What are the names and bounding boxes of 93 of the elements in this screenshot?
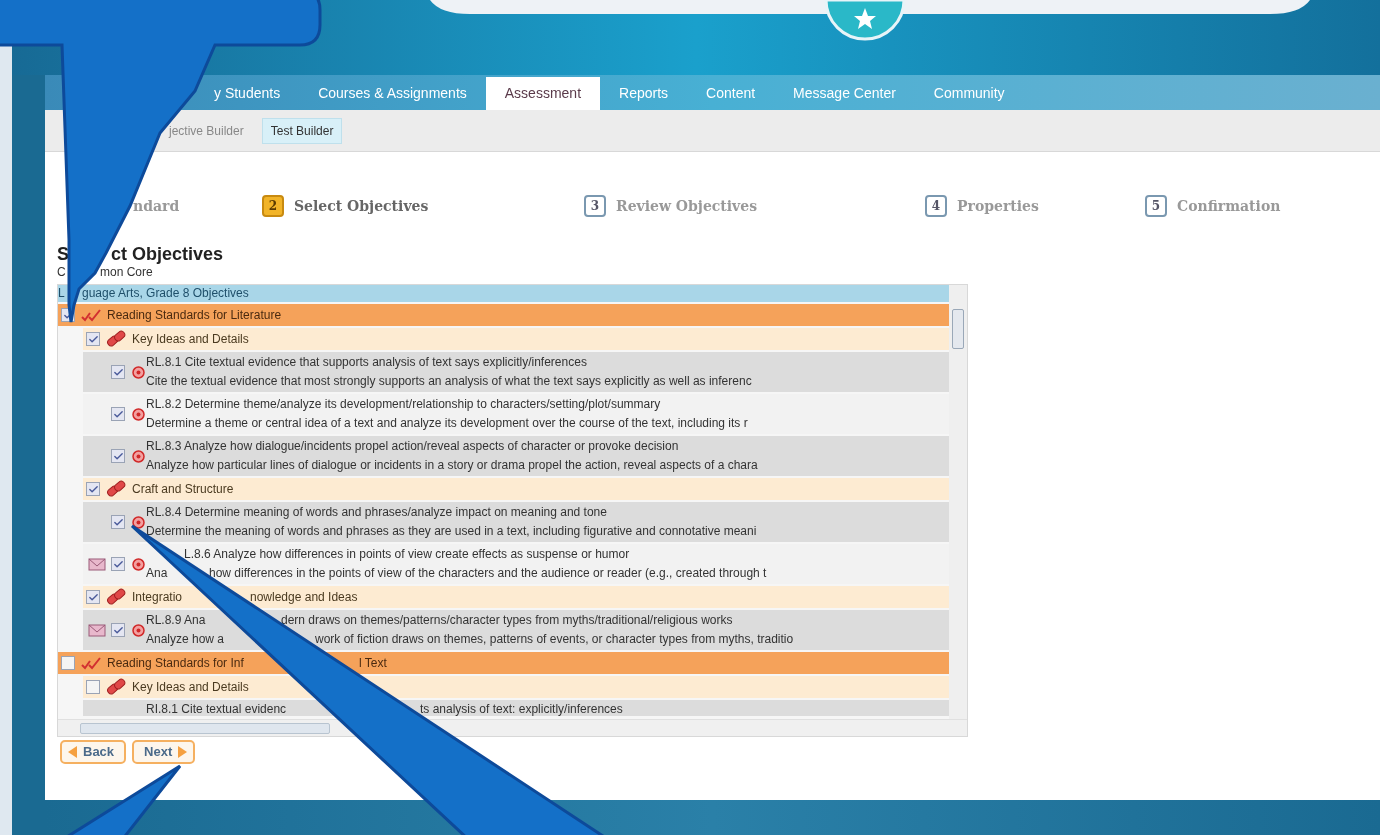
sub-tab[interactable]: Test Builder xyxy=(261,117,343,144)
tree-header-text: guage Arts, Grade 8 Objectives xyxy=(82,285,249,302)
objective-row[interactable] xyxy=(83,352,949,392)
objective-title: RL.8.9 Ana xyxy=(146,613,206,627)
check-icon xyxy=(112,516,124,528)
chain-link-icon xyxy=(106,330,126,348)
check-icon xyxy=(87,333,99,345)
double-check-icon xyxy=(81,308,101,322)
step-number: 3 xyxy=(584,195,606,217)
checkbox[interactable] xyxy=(61,656,75,670)
check-icon xyxy=(112,366,124,378)
checkbox[interactable] xyxy=(111,557,125,571)
vertical-scrollbar[interactable] xyxy=(949,285,967,719)
check-icon xyxy=(112,558,124,570)
step-number: 2 xyxy=(262,195,284,217)
checkbox[interactable] xyxy=(111,365,125,379)
subdomain-title: nowledge and Ideas xyxy=(250,589,358,606)
target-icon xyxy=(132,449,145,463)
objective-title: L.8.6 Analyze how differences in points of view create effects as suspense or humor xyxy=(184,546,630,563)
objective-description: Ana xyxy=(146,566,168,580)
objective-row[interactable]: RI.8.1 Cite textual evidenc ts analysis of text: explicitly/inferences xyxy=(83,700,949,716)
domain-title: Reading Standards for Literature xyxy=(107,307,282,324)
checkbox[interactable] xyxy=(111,623,125,637)
step-number: 5 xyxy=(1145,195,1167,217)
chain-link-icon xyxy=(106,588,126,606)
domain-title: Reading Standards for Inf xyxy=(107,656,244,670)
check-icon xyxy=(87,591,99,603)
objective-title: RL.8.1 Cite textual evidence that supports analysis of text says explicitly/inferences xyxy=(146,354,587,371)
double-check-icon xyxy=(81,656,101,670)
objective-row[interactable] xyxy=(83,610,949,650)
check-icon xyxy=(112,450,124,462)
page-title: ct Objectives xyxy=(111,243,224,265)
subdomain-row[interactable]: Integratio nowledge and Ideas xyxy=(83,586,949,608)
objective-row[interactable]: RL.8.4 Determine meaning of words and phrases/analyze impact on meaning and tone Determine the meaning of words and phrases as they are used in a text, including figurative and connotative meani xyxy=(83,502,949,542)
objective-description: work of fiction draws on themes, patterns of events, or character types from myths, traditio xyxy=(315,631,794,648)
checkbox[interactable] xyxy=(86,680,100,694)
check-icon xyxy=(87,483,99,495)
step-label: Select Objectives xyxy=(294,196,429,216)
next-button[interactable]: Next xyxy=(132,740,196,764)
objective-title: ts analysis of text: explicitly/inferences xyxy=(420,701,623,718)
step-label: Confirmation xyxy=(1177,196,1281,216)
chain-link-icon xyxy=(106,480,126,498)
subdomain-title: Integratio xyxy=(132,590,183,604)
tree-header-text: L xyxy=(58,286,65,300)
target-icon xyxy=(132,407,145,421)
chain-link-icon xyxy=(106,678,126,696)
objective-title: RI.8.1 Cite textual evidenc xyxy=(146,702,287,716)
objective-title: dern draws on themes/patterns/character types from myths/traditional/religious works xyxy=(281,612,733,629)
objective-title: RL.8.2 Determine theme/analyze its development/relationship to characters/setting/plot/summary xyxy=(146,396,661,413)
check-icon xyxy=(112,408,124,420)
nav-tab[interactable]: Assessment xyxy=(485,77,601,110)
objective-row[interactable]: L.8.6 Analyze how differences in points of view create effects as suspense or humor Ana how differences in the points of view of the characters and the audience or reader (e.g., created through t xyxy=(83,544,949,584)
checkbox[interactable] xyxy=(111,449,125,463)
domain-row[interactable]: Reading Standards for Inf l Text xyxy=(58,652,949,674)
subdomain-row[interactable]: Key Ideas and Details xyxy=(83,328,949,350)
step-number: 4 xyxy=(925,195,947,217)
objective-description: Analyze how particular lines of dialogue or incidents in a story or drama propel the action, reveal aspects of a chara xyxy=(146,457,758,474)
scrollbar-thumb[interactable] xyxy=(80,722,330,734)
subdomain-row[interactable]: Key Ideas and Details xyxy=(83,676,949,698)
target-icon xyxy=(132,623,145,637)
objective-row[interactable] xyxy=(83,394,949,434)
step-label: Properties xyxy=(957,196,1039,216)
left-triangle-icon xyxy=(68,746,77,758)
subdomain-row[interactable]: Craft and Structure xyxy=(83,478,949,500)
objective-title: RL.8.3 Analyze how dialogue/incidents propel action/reveal aspects of character or provoke decision xyxy=(146,438,679,455)
domain-row[interactable]: Reading Standards for Literature xyxy=(58,304,949,326)
checkbox[interactable] xyxy=(86,332,100,346)
subtitle: mon Core xyxy=(100,265,153,279)
scrollbar-thumb[interactable] xyxy=(952,309,964,349)
subdomain-title: Key Ideas and Details xyxy=(132,331,249,348)
nav-tab[interactable]: y Students xyxy=(195,77,300,110)
step-label: Review Objectives xyxy=(616,196,758,216)
objective-description: Determine the meaning of words and phrases as they are used in a text, including figurative and connotative meani xyxy=(146,523,757,540)
objective-description: how differences in the points of view of the characters and the audience or reader (e.g., created through t xyxy=(209,565,767,582)
subtitle: C xyxy=(57,265,66,279)
step-label: ndard xyxy=(133,196,180,216)
subdomain-title: Key Ideas and Details xyxy=(132,679,249,696)
check-icon xyxy=(112,624,124,636)
checkbox[interactable] xyxy=(111,515,125,529)
objective-title: RL.8.4 Determine meaning of words and phrases/analyze impact on meaning and tone xyxy=(146,504,607,521)
objective-description: Analyze how a xyxy=(146,632,225,646)
subdomain-title: Craft and Structure xyxy=(132,481,234,498)
checkbox[interactable] xyxy=(86,590,100,604)
domain-title: l Text xyxy=(359,655,387,672)
checkbox[interactable] xyxy=(111,407,125,421)
objective-row[interactable] xyxy=(83,436,949,476)
back-button[interactable]: Back xyxy=(60,740,127,764)
checkbox[interactable] xyxy=(86,482,100,496)
target-icon xyxy=(132,365,145,379)
objective-description: Determine a theme or central idea of a text and analyze its development over the course of the text, including its r xyxy=(146,415,748,432)
objective-description: Cite the textual evidence that most strongly supports an analysis of what the text says explicitly as well as inferenc xyxy=(146,373,752,390)
star-logo-icon xyxy=(824,0,906,42)
target-icon xyxy=(132,557,145,571)
